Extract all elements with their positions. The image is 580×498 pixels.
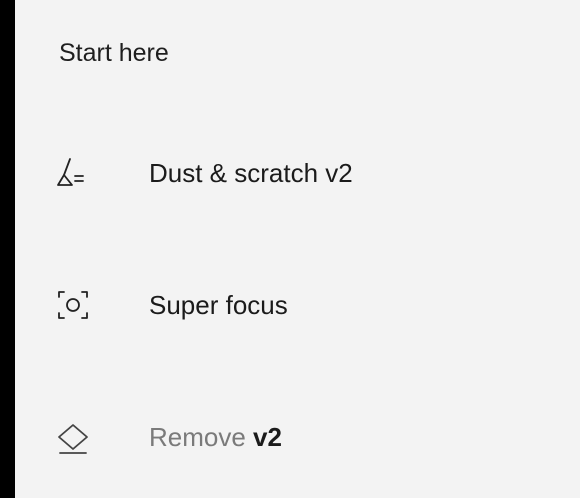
menu-item-super-focus[interactable]: Super focus — [55, 281, 555, 329]
menu-item-label: Dust & scratch v2 — [149, 158, 353, 188]
broom-icon — [55, 155, 91, 191]
focus-icon — [55, 287, 91, 323]
menu-item-dust-scratch[interactable]: Dust & scratch v2 — [55, 149, 555, 197]
section-title: Start here — [59, 39, 169, 67]
menu-item-label: Super focus — [149, 290, 288, 320]
eraser-icon — [55, 419, 91, 455]
menu-item-label: Remove v2 — [149, 422, 282, 452]
menu-item-remove[interactable]: Remove v2 — [55, 413, 555, 461]
tools-panel: Start here Dust & scratch v2 Super focus — [15, 0, 580, 498]
remove-label: Remove — [149, 422, 254, 452]
version-badge: v2 — [253, 422, 282, 452]
